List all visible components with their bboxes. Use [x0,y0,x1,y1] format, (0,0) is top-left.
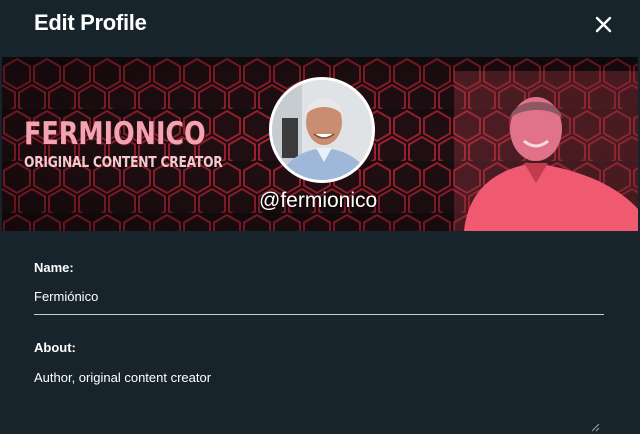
profile-banner[interactable]: FERMIONICO ORIGINAL CONTENT CREATOR @fer… [2,57,638,231]
banner-brand: FERMIONICO ORIGINAL CONTENT CREATOR [24,117,266,171]
creator-photo [454,71,638,231]
edit-profile-dialog: Edit Profile FERMIONICO ORIGINAL CONTENT… [0,0,640,434]
name-input[interactable] [34,289,604,304]
avatar-photo [272,80,372,180]
dialog-header: Edit Profile [0,0,640,56]
profile-handle: @fermionico [259,189,378,212]
avatar[interactable] [269,77,375,183]
about-label: About: [34,340,76,355]
name-input-underline [34,314,604,315]
about-textarea[interactable]: Author, original content creator [34,370,604,420]
name-label: Name: [34,260,74,275]
resize-handle-icon[interactable] [590,422,600,432]
brand-name: FERMIONICO [24,116,206,152]
brand-subtitle: ORIGINAL CONTENT CREATOR [24,153,223,171]
dialog-title: Edit Profile [34,10,147,35]
close-icon [595,16,612,33]
close-button[interactable] [588,10,618,40]
